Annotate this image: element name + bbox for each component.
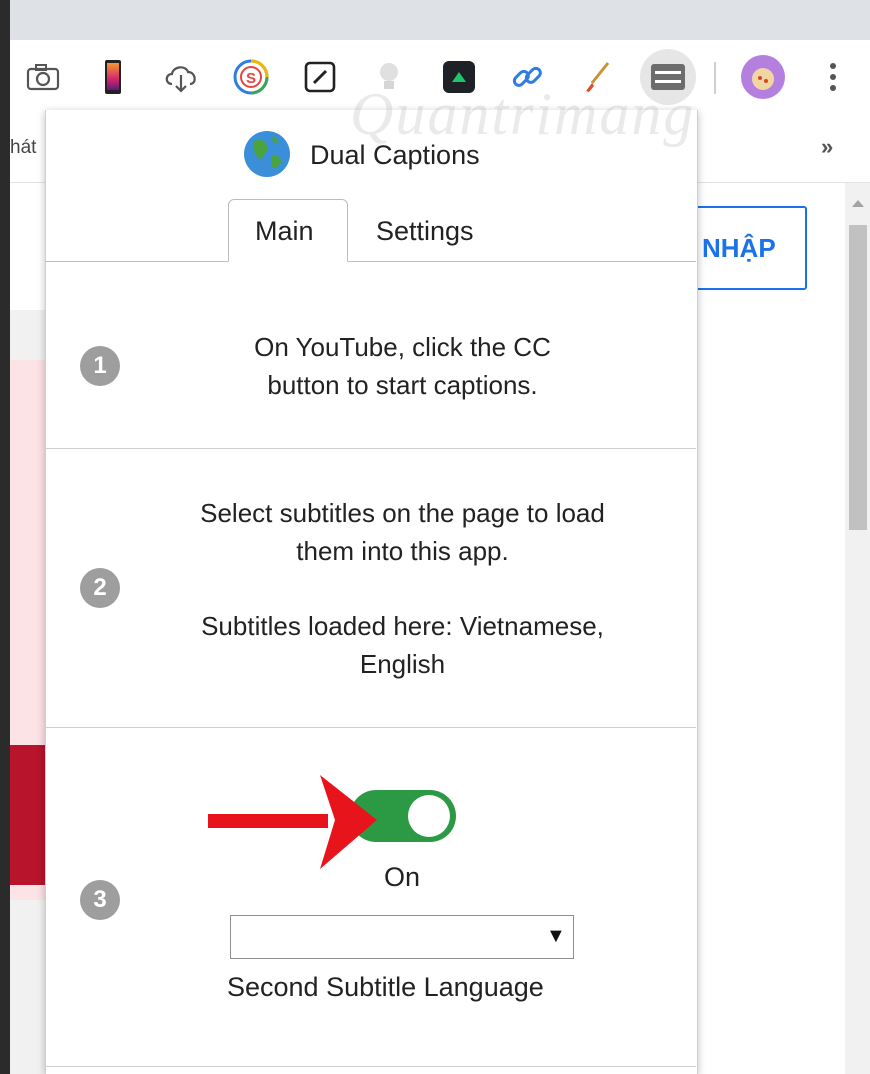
tab-bar-border: [45, 261, 696, 262]
scroll-up-arrow-icon[interactable]: [852, 200, 864, 207]
subtitles-loaded-line-2: English: [359, 649, 446, 679]
step-1-line-2: button to start captions.: [267, 370, 538, 400]
advertisement-promo[interactable]: [10, 745, 45, 885]
toggle-state-label: On: [384, 862, 421, 892]
second-subtitle-language-label: Second Subtitle Language: [227, 972, 544, 1002]
bookmark-item[interactable]: hát: [10, 137, 36, 159]
pen-square-icon[interactable]: [301, 58, 339, 96]
svg-text:S: S: [246, 70, 256, 87]
step-divider: [45, 1066, 696, 1067]
tab-main-label[interactable]: Main: [255, 216, 314, 247]
window-frame-left: [0, 0, 10, 1074]
bookmarks-overflow-button[interactable]: »: [821, 134, 833, 160]
browser-tab-strip: [10, 0, 870, 40]
cloud-download-icon[interactable]: [162, 58, 200, 96]
watermark-logo: Quantrimang: [350, 81, 696, 147]
step-2-line-1: Select subtitles on the page to load: [200, 498, 605, 528]
globe-icon: [243, 130, 291, 178]
phone-icon[interactable]: [94, 58, 132, 96]
subtitles-loaded-line-1: Subtitles loaded here: Vietnamese,: [201, 611, 604, 641]
step-1-line-1: On YouTube, click the CC: [254, 332, 551, 362]
subtitles-loaded-text: Subtitles loaded here: Vietnamese, Engli…: [160, 607, 645, 683]
s-extension-icon[interactable]: S: [232, 58, 270, 96]
tab-settings[interactable]: Settings: [376, 216, 474, 247]
step-2-line-2: them into this app.: [296, 536, 509, 566]
step-2-text: Select subtitles on the page to load the…: [160, 494, 645, 570]
camera-icon[interactable]: [24, 58, 62, 96]
step-2-badge: 2: [80, 568, 120, 608]
step-1-text: On YouTube, click the CC button to start…: [160, 328, 645, 404]
step-1-badge: 1: [80, 346, 120, 386]
step-3-badge: 3: [80, 880, 120, 920]
more-menu-icon[interactable]: [815, 58, 851, 96]
annotation-arrow-icon: [208, 775, 377, 869]
scrollbar-thumb[interactable]: [849, 225, 867, 530]
toolbar-separator: [714, 62, 716, 94]
select-dropdown-arrow-icon[interactable]: ▼: [546, 925, 566, 948]
profile-avatar-icon[interactable]: [740, 54, 786, 100]
step-divider: [45, 448, 696, 449]
toggle-knob[interactable]: [408, 795, 450, 837]
login-button-label: NHẬP: [702, 233, 776, 263]
step-divider: [45, 727, 696, 728]
second-subtitle-language-select[interactable]: [230, 915, 574, 959]
